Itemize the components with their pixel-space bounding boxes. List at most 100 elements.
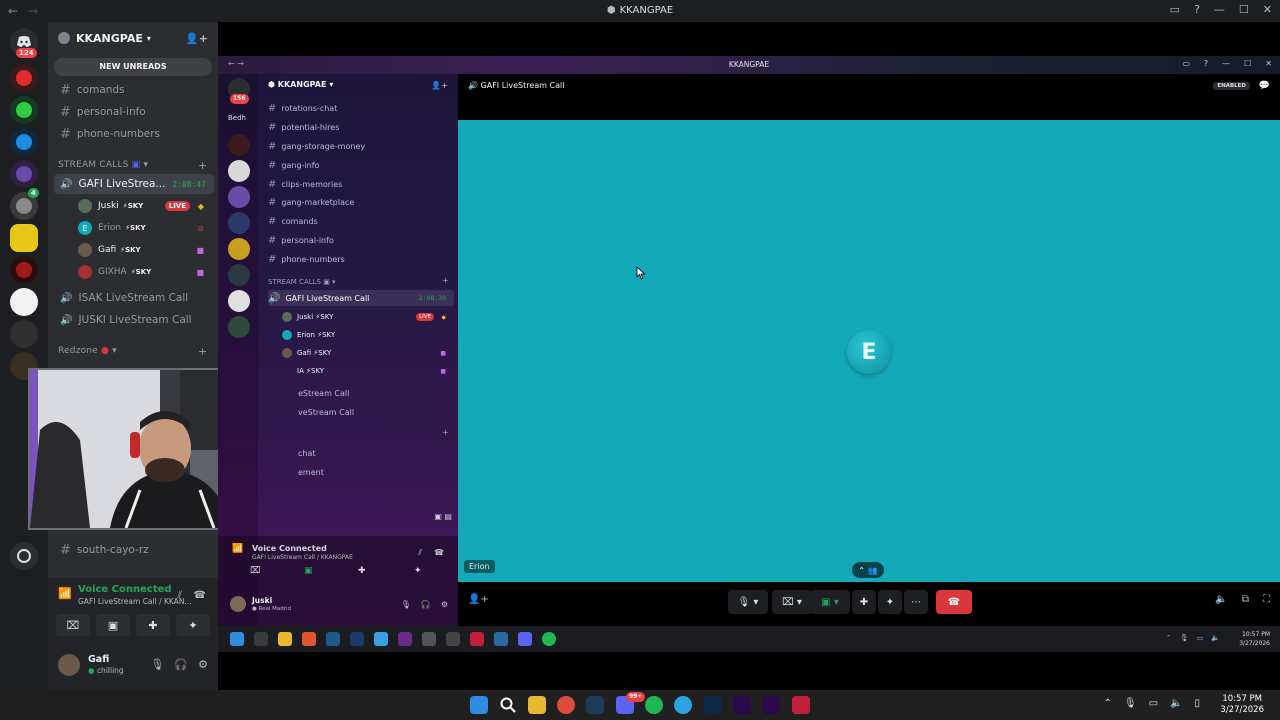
- steam-icon: [326, 632, 340, 646]
- server-icon-9[interactable]: [10, 320, 38, 348]
- premiere-icon-2[interactable]: [762, 696, 780, 714]
- category-label: STREAM CALLS: [58, 160, 129, 170]
- chevron-down-icon: ▾: [146, 33, 151, 43]
- help-icon: ?: [1203, 59, 1209, 68]
- disconnect-icon: ☎: [434, 548, 444, 557]
- screen-icon: ▣: [131, 160, 141, 170]
- windows-start-icon: [230, 632, 244, 646]
- server-icon-11[interactable]: [10, 542, 38, 570]
- voice-channel-juski[interactable]: 🔊 JUSKI LiveStream Call: [54, 310, 214, 330]
- microphone-icon[interactable]: 🎙: [1124, 698, 1137, 709]
- server-icon: [228, 160, 250, 182]
- voice-channel-path[interactable]: GAFI LiveStream Call / KKAN...: [78, 597, 192, 606]
- category-stream-calls[interactable]: STREAM CALLS ▣ ▾ +: [58, 159, 207, 172]
- friend-badge: 4: [28, 188, 39, 198]
- search-button[interactable]: [499, 696, 517, 714]
- user-name: Gafi: [98, 245, 117, 255]
- avatar[interactable]: [58, 654, 80, 676]
- minimize-button[interactable]: —: [1214, 3, 1225, 16]
- server-icon: [228, 238, 250, 260]
- camera-off-button[interactable]: ⌧: [56, 614, 90, 636]
- avatar: E: [78, 221, 92, 235]
- chevron-down-icon: ▾: [143, 160, 149, 170]
- stream-user-nametag: Erion: [464, 560, 495, 573]
- discord-icon[interactable]: 99+: [616, 692, 646, 714]
- gear-icon[interactable]: ⚙: [198, 658, 208, 671]
- voice-user-juski[interactable]: Juski ⚡SKY LIVE ◆: [78, 196, 212, 216]
- home-button[interactable]: 124: [10, 28, 38, 58]
- photoshop-icon: [350, 632, 364, 646]
- close-button[interactable]: ✕: [1263, 3, 1272, 16]
- soundboard-button[interactable]: ✦: [176, 614, 210, 636]
- volume-icon[interactable]: 🔈: [1170, 698, 1182, 709]
- server-icon: [228, 290, 250, 312]
- steam-icon[interactable]: [586, 696, 604, 714]
- server-icon-4[interactable]: [10, 160, 38, 188]
- app-icon: [446, 632, 460, 646]
- steam-icon: [494, 632, 508, 646]
- server-icon-3[interactable]: [10, 128, 38, 156]
- server-name: KKANGPAE: [76, 31, 143, 45]
- inbox-icon[interactable]: ▭: [1170, 3, 1180, 16]
- maximize-button[interactable]: ☐: [1239, 3, 1249, 16]
- network-icon[interactable]: ▭: [1149, 698, 1158, 709]
- premiere-icon[interactable]: [733, 696, 751, 714]
- noise-suppression-icon[interactable]: ⫽: [178, 590, 182, 601]
- category-redzone[interactable]: Redzone ● ▾ +: [58, 345, 207, 358]
- server-header[interactable]: KKANGPAE ▾ 👤+: [48, 22, 218, 54]
- chrome-icon[interactable]: [557, 696, 575, 714]
- microphone-icon: 🎙: [400, 600, 411, 609]
- invite-people-icon[interactable]: 👤+: [185, 32, 208, 45]
- user-name: Juski: [98, 201, 119, 211]
- voice-user-gafi[interactable]: Gafi ⚡SKY ■: [78, 240, 212, 260]
- spotify-icon[interactable]: [645, 696, 663, 714]
- server-icon-7[interactable]: [10, 256, 38, 284]
- server-icon-6[interactable]: [10, 224, 38, 252]
- activities-button[interactable]: ✚: [136, 614, 170, 636]
- soundboard-icon: ✦: [414, 566, 422, 576]
- app-icon[interactable]: [792, 696, 810, 714]
- voice-channel-gafi[interactable]: 🔊 GAFI LiveStrea... 2:08:47: [54, 174, 214, 194]
- server-icon-1[interactable]: [10, 64, 38, 92]
- server-icon-8[interactable]: [10, 288, 38, 316]
- windows-start-button[interactable]: [470, 696, 488, 714]
- tray-arrow-icon[interactable]: ⌃: [1103, 698, 1111, 709]
- channel-item: # comands: [268, 215, 318, 227]
- help-icon[interactable]: ?: [1194, 3, 1200, 16]
- channel-personal-info[interactable]: # personal-info: [54, 102, 214, 122]
- voice-user-gafi: Gafi ⚡ SKY ■: [282, 345, 452, 361]
- hash-icon: #: [60, 82, 71, 98]
- screen-share-button[interactable]: ▣: [96, 614, 130, 636]
- voice-user-gixha[interactable]: GIXHA ⚡SKY ■: [78, 262, 212, 282]
- add-channel-icon[interactable]: +: [198, 345, 207, 358]
- battery-icon[interactable]: ▯: [1194, 698, 1200, 709]
- telegram-icon[interactable]: [674, 696, 692, 714]
- add-channel-icon[interactable]: +: [198, 159, 207, 172]
- user-panel: Gafi ● chilling 🎙 🎧 ⚙: [48, 646, 218, 690]
- channel-south-cayo-rz[interactable]: # south-cayo-rz: [54, 540, 214, 560]
- channel-comands[interactable]: # comands: [54, 80, 214, 100]
- spotify-icon: [542, 632, 556, 646]
- voice-user-erion[interactable]: E Erion ⚡SKY ⊘: [78, 218, 212, 238]
- channel-label: ISAK LiveStream Call: [78, 292, 189, 304]
- hash-icon: #: [60, 126, 71, 142]
- server-icon-2[interactable]: [10, 96, 38, 124]
- server-icon-5[interactable]: 4: [10, 188, 39, 220]
- disconnect-icon[interactable]: ☎: [194, 590, 206, 601]
- speaker-icon: 🔊: [60, 292, 73, 304]
- photoshop-icon[interactable]: [704, 696, 722, 714]
- channel-phone-numbers[interactable]: # phone-numbers: [54, 124, 214, 144]
- user-name: Erion: [98, 223, 122, 233]
- premiere-icon: [398, 632, 412, 646]
- file-explorer-icon[interactable]: [528, 696, 546, 714]
- avatar: [230, 596, 246, 612]
- new-unreads-button[interactable]: NEW UNREADS: [54, 58, 212, 76]
- inbox-icon: ▭: [1182, 59, 1190, 68]
- headphones-icon[interactable]: 🎧: [174, 658, 188, 671]
- voice-channel-isak[interactable]: 🔊 ISAK LiveStream Call: [54, 288, 214, 308]
- shared-window-title: KKANGPAE: [728, 60, 770, 69]
- server-icon: [228, 134, 250, 156]
- microphone-icon[interactable]: 🎙: [150, 658, 164, 671]
- system-clock[interactable]: 10:57 PM 3/27/2026: [1220, 694, 1264, 716]
- user-tag: ⚡SKY: [120, 246, 141, 254]
